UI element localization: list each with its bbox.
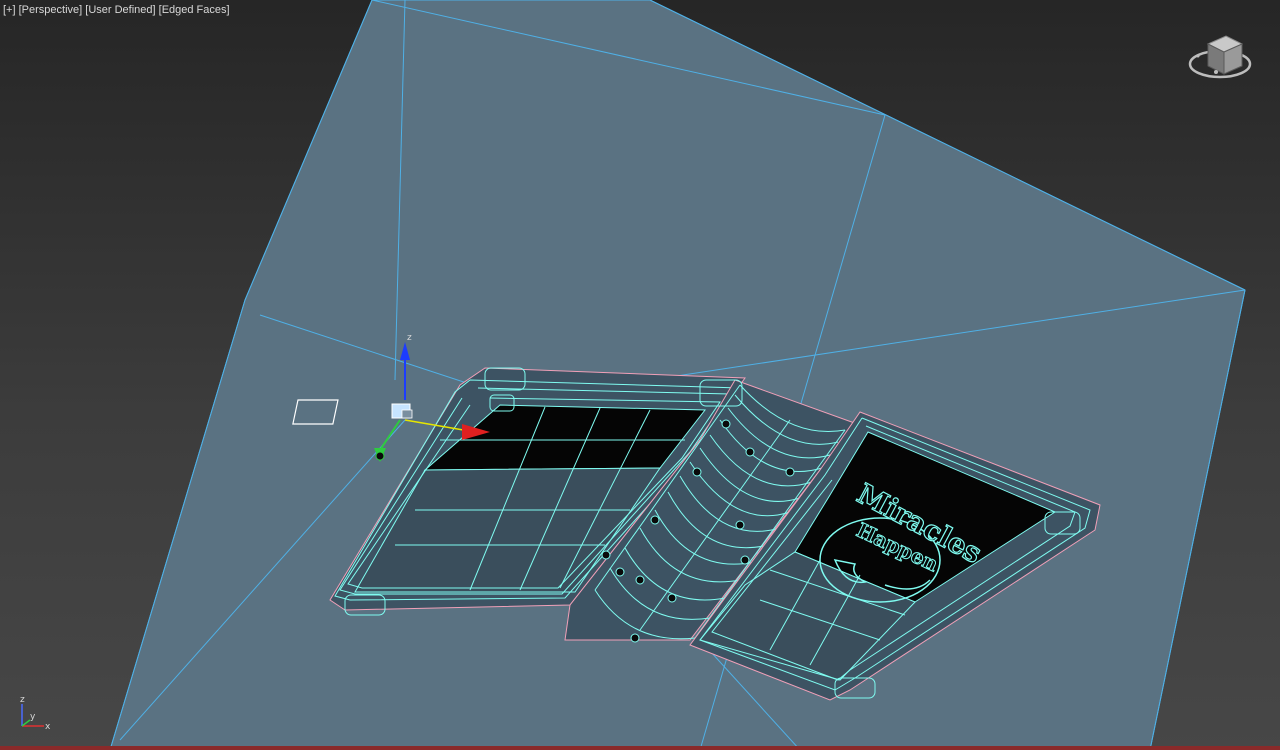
viewport-active-border [0, 746, 1280, 750]
viewport-menu-view[interactable]: [Perspective] [19, 4, 83, 16]
tripod-y-label: y [30, 712, 36, 722]
gizmo-z-label: z [407, 333, 412, 343]
viewport-menu-shading[interactable]: [User Defined] [85, 4, 155, 16]
viewport-label-menu: [+] [Perspective] [User Defined] [Edged … [3, 4, 230, 16]
tripod-z-label: z [20, 695, 25, 705]
viewport-menu-plus[interactable]: [+] [3, 4, 16, 16]
perspective-viewport[interactable]: [+] [Perspective] [User Defined] [Edged … [0, 0, 1280, 750]
viewcube-icon[interactable] [1186, 26, 1256, 86]
tripod-x-label: x [45, 722, 51, 732]
axis-tripod-icon: z x y [20, 695, 51, 732]
viewport-menu-display[interactable]: [Edged Faces] [159, 4, 230, 16]
viewport-scene[interactable]: Miracles Happen z [0, 0, 1280, 750]
